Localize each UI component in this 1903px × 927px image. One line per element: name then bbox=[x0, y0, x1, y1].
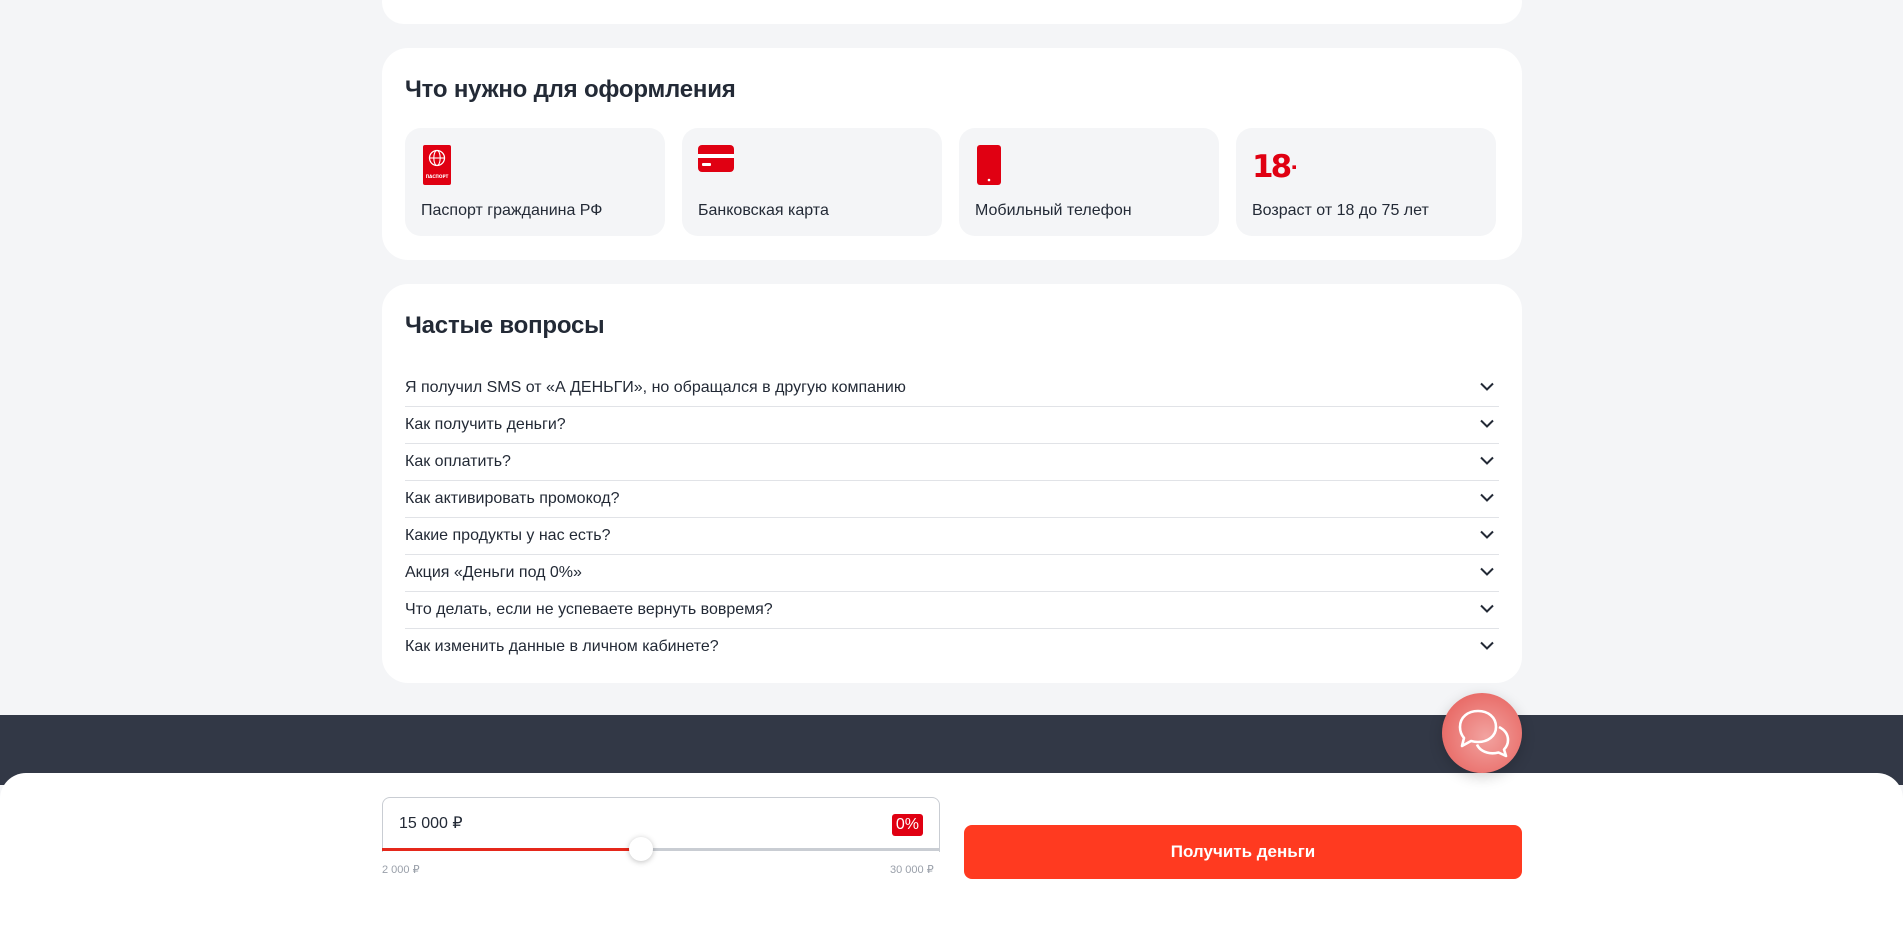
chat-bubbles-icon bbox=[1458, 709, 1510, 758]
faq-question: Как оплатить? bbox=[405, 453, 511, 470]
loan-amount-input[interactable] bbox=[399, 814, 699, 832]
faq-item[interactable]: Как изменить данные в личном кабинете? bbox=[405, 629, 1499, 666]
faq-question: Что делать, если не успеваете вернуть во… bbox=[405, 601, 773, 618]
faq-card: Частые вопросы Я получил SMS от «А ДЕНЬГ… bbox=[382, 284, 1522, 683]
faq-question: Какие продукты у нас есть? bbox=[405, 527, 611, 544]
requirement-mobile-phone: Мобильный телефон bbox=[959, 128, 1219, 236]
faq-item[interactable]: Как получить деньги? bbox=[405, 407, 1499, 444]
slider-min-label: 2 000 ₽ bbox=[382, 864, 420, 876]
svg-text:ПАСПОРТ: ПАСПОРТ bbox=[426, 174, 449, 179]
faq-title: Частые вопросы bbox=[405, 312, 605, 339]
slider-fill bbox=[382, 848, 642, 851]
faq-question: Акция «Деньги под 0%» bbox=[405, 564, 582, 581]
requirement-label: Паспорт гражданина РФ bbox=[421, 202, 603, 219]
chevron-down-icon bbox=[1480, 419, 1494, 428]
chevron-down-icon bbox=[1480, 382, 1494, 391]
requirement-bank-card: Банковская карта bbox=[682, 128, 942, 236]
requirement-label: Мобильный телефон bbox=[975, 202, 1132, 219]
chevron-down-icon bbox=[1480, 493, 1494, 502]
previous-section-card bbox=[382, 0, 1522, 24]
faq-question: Я получил SMS от «А ДЕНЬГИ», но обращалс… bbox=[405, 379, 906, 396]
faq-item[interactable]: Что делать, если не успеваете вернуть во… bbox=[405, 592, 1499, 629]
mobile-phone-icon bbox=[975, 144, 1003, 191]
chevron-down-icon bbox=[1480, 604, 1494, 613]
faq-item[interactable]: Какие продукты у нас есть? bbox=[405, 518, 1499, 555]
rate-badge: 0% bbox=[891, 814, 923, 836]
slider-max-label: 30 000 ₽ bbox=[890, 864, 934, 876]
requirements-title: Что нужно для оформления bbox=[405, 76, 736, 103]
loan-amount-slider[interactable] bbox=[382, 837, 940, 861]
chevron-down-icon bbox=[1480, 530, 1494, 539]
faq-question: Как получить деньги? bbox=[405, 416, 566, 433]
requirements-card: Что нужно для оформления ПАСПОРТ Паспорт… bbox=[382, 48, 1522, 260]
chevron-down-icon bbox=[1480, 567, 1494, 576]
age-18-plus-icon: 18+ bbox=[1252, 144, 1315, 191]
faq-question: Как изменить данные в личном кабинете? bbox=[405, 638, 719, 655]
faq-question: Как активировать промокод? bbox=[405, 490, 620, 507]
faq-item[interactable]: Я получил SMS от «А ДЕНЬГИ», но обращалс… bbox=[405, 370, 1499, 407]
faq-item[interactable]: Как оплатить? bbox=[405, 444, 1499, 481]
loan-amount-field[interactable]: 0% bbox=[382, 797, 940, 852]
passport-icon: ПАСПОРТ bbox=[421, 144, 453, 191]
faq-item[interactable]: Как активировать промокод? bbox=[405, 481, 1499, 518]
requirement-passport: ПАСПОРТ Паспорт гражданина РФ bbox=[405, 128, 665, 236]
loan-calculator-panel bbox=[0, 773, 1903, 927]
requirement-label: Возраст от 18 до 75 лет bbox=[1252, 202, 1429, 219]
chat-button[interactable] bbox=[1442, 693, 1522, 773]
requirement-label: Банковская карта bbox=[698, 202, 829, 219]
faq-list: Я получил SMS от «А ДЕНЬГИ», но обращалс… bbox=[405, 370, 1499, 666]
svg-text:18+: 18+ bbox=[1252, 149, 1296, 185]
bank-card-icon bbox=[698, 144, 736, 179]
faq-item[interactable]: Акция «Деньги под 0%» bbox=[405, 555, 1499, 592]
chevron-down-icon bbox=[1480, 641, 1494, 650]
get-money-button[interactable]: Получить деньги bbox=[964, 825, 1522, 879]
slider-thumb[interactable] bbox=[629, 837, 654, 861]
requirement-age: 18+ Возраст от 18 до 75 лет bbox=[1236, 128, 1496, 236]
chevron-down-icon bbox=[1480, 456, 1494, 465]
